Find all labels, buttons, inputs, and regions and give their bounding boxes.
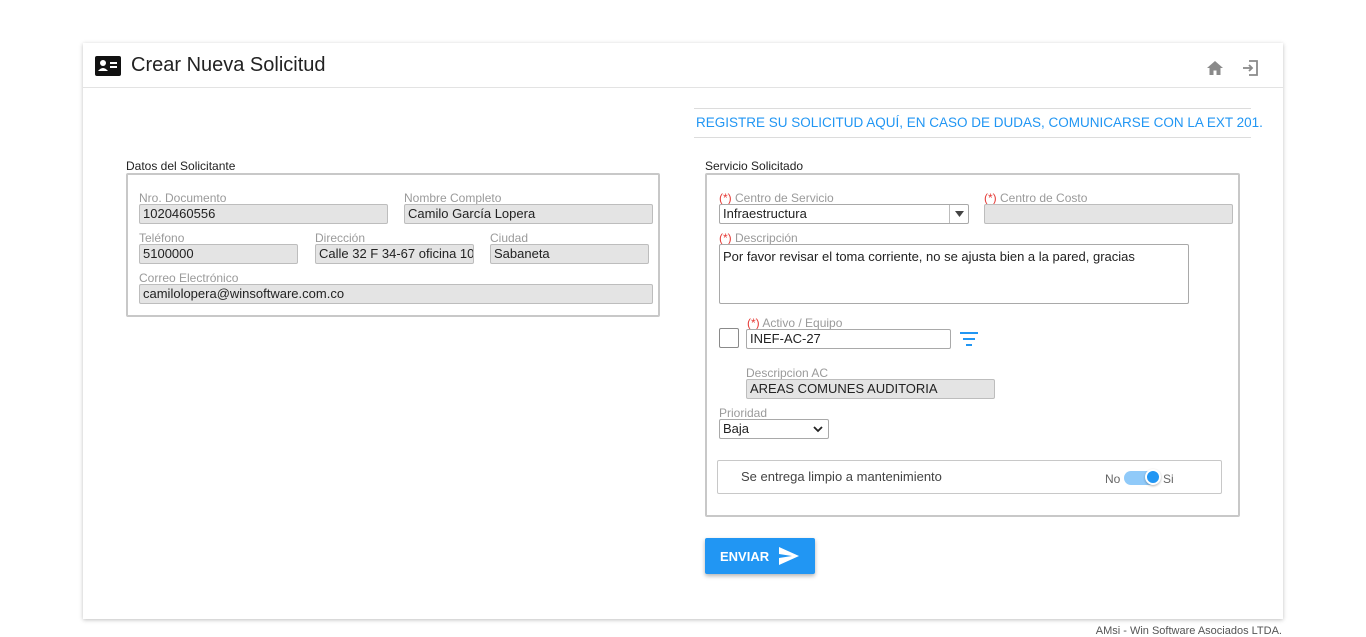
limpio-switch[interactable]	[1124, 469, 1161, 485]
solicitante-fieldset: Nro. Documento 1020460556 Nombre Complet…	[126, 173, 660, 317]
limpio-toggle-row: Se entrega limpio a mantenimiento No Si	[717, 460, 1222, 494]
activo-checkbox[interactable]	[719, 328, 739, 348]
servicio-fieldset: (*) Centro de Servicio Infraestructura (…	[705, 173, 1240, 517]
ciudad-field[interactable]: Sabaneta	[490, 244, 649, 264]
form-card: Crear Nueva Solicitud REGISTRE SU SOLICI…	[83, 43, 1283, 619]
send-button-label: ENVIAR	[720, 548, 770, 564]
filter-icon[interactable]	[959, 331, 979, 347]
descripcion-textarea[interactable]: Por favor revisar el toma corriente, no …	[719, 244, 1189, 304]
prioridad-label: Prioridad	[719, 406, 768, 420]
send-button[interactable]: ENVIAR	[705, 538, 815, 574]
descripcion-label: (*) Descripción	[719, 231, 798, 245]
centro-costo-label: (*) Centro de Costo	[984, 191, 1088, 205]
documento-field[interactable]: 1020460556	[139, 204, 388, 224]
activo-field[interactable]: INEF-AC-27	[746, 329, 951, 349]
correo-field[interactable]: camilolopera@winsoftware.com.co	[139, 284, 653, 304]
id-card-icon	[95, 56, 121, 76]
home-icon[interactable]	[1205, 58, 1225, 78]
prioridad-select[interactable]: Baja	[719, 419, 829, 439]
direccion-label: Dirección	[315, 231, 366, 245]
exit-icon[interactable]	[1241, 58, 1261, 78]
nombre-label: Nombre Completo	[404, 191, 502, 205]
card-header: Crear Nueva Solicitud	[83, 43, 1283, 88]
limpio-label: Se entrega limpio a mantenimiento	[741, 469, 942, 484]
telefono-field[interactable]: 5100000	[139, 244, 298, 264]
documento-label: Nro. Documento	[139, 191, 227, 205]
nombre-field[interactable]: Camilo García Lopera	[404, 204, 653, 224]
correo-label: Correo Electrónico	[139, 271, 239, 285]
centro-servicio-select[interactable]: Infraestructura	[719, 204, 969, 224]
centro-costo-field[interactable]	[984, 204, 1233, 224]
footer-credit: AMsi - Win Software Asociados LTDA.	[1095, 625, 1282, 637]
instructions-notice: REGISTRE SU SOLICITUD AQUÍ, EN CASO DE D…	[694, 108, 1263, 138]
descripcion-ac-field[interactable]: AREAS COMUNES AUDITORIA	[746, 379, 995, 399]
solicitante-legend: Datos del Solicitante	[126, 159, 236, 173]
chevron-down-icon	[813, 426, 823, 433]
required-mark: (*)	[719, 191, 732, 205]
centro-servicio-label: (*) Centro de Servicio	[719, 191, 834, 205]
page-title: Crear Nueva Solicitud	[131, 54, 326, 76]
telefono-label: Teléfono	[139, 231, 185, 245]
direccion-field[interactable]: Calle 32 F 34-67 oficina 10	[315, 244, 474, 264]
send-icon	[779, 547, 799, 565]
servicio-legend: Servicio Solicitado	[705, 159, 804, 173]
toggle-si-label: Si	[1163, 472, 1174, 486]
chevron-down-icon	[949, 205, 968, 223]
ciudad-label: Ciudad	[490, 231, 529, 245]
switch-knob	[1145, 469, 1161, 485]
descripcion-ac-label: Descripcion AC	[746, 366, 829, 380]
activo-label: (*) Activo / Equipo	[747, 316, 843, 330]
toggle-no-label: No	[1105, 472, 1121, 486]
